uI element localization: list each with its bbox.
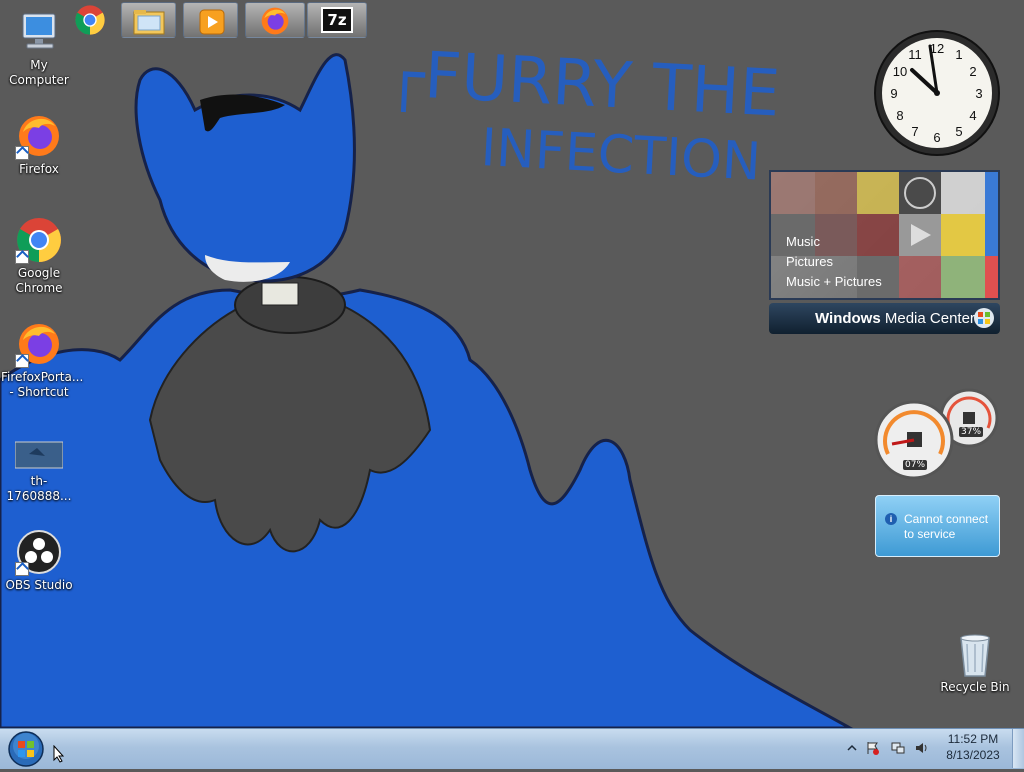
desktop-icon-label: My Computer [9,58,69,87]
show-desktop-button[interactable] [1012,729,1024,768]
media-item-music-pictures[interactable]: Music + Pictures [786,274,882,289]
media-center-gadget[interactable]: Music Pictures Music + Pictures [769,170,1000,300]
firefox-portable-icon [15,320,63,368]
clock-time: 11:52 PM [947,732,999,746]
media-item-music[interactable]: Music [786,234,820,249]
taskbar-clock[interactable]: 11:52 PM 8/13/2023 [936,731,1010,763]
action-center-flag-icon[interactable] [866,740,880,755]
media-item-pictures[interactable]: Pictures [786,254,833,269]
media-center-banner[interactable]: Windows Media Center [769,303,1000,334]
desktop-icon-my-computer[interactable]: My Computer [1,8,77,88]
taskbar-explorer-button[interactable] [121,2,176,38]
firefox-icon [15,112,63,160]
svg-text:8: 8 [896,108,903,123]
svg-text:9: 9 [890,86,897,101]
shortcut-arrow-icon [15,354,29,368]
svg-text:10: 10 [893,64,907,79]
svg-text:11: 11 [908,47,922,62]
desktop-wallpaper: ┌FURRY THE INFECTION [0,0,1024,728]
computer-icon [15,8,63,56]
show-hidden-icons-arrow[interactable] [845,740,859,754]
chrome-icon [74,4,106,40]
recycle-bin-icon [951,630,999,678]
weather-message-line1: Cannot connect [904,512,989,526]
7zip-icon: 7z [321,7,353,33]
info-icon: i [885,513,897,525]
weather-message-line2: to service [904,527,956,541]
shortcut-arrow-icon [15,250,29,264]
memory-percent: 37% [959,427,984,437]
clock-gadget[interactable]: 12 1 2 345 678 9 10 11 [872,28,1002,158]
svg-text:6: 6 [933,130,940,145]
clock-date: 8/13/2023 [946,748,1000,762]
shortcut-arrow-icon [15,562,29,576]
weather-gadget[interactable]: i Cannot connect to service [875,495,1000,557]
taskbar-media-player-button[interactable] [183,2,238,38]
desktop-icon-label: Firefox [19,162,59,176]
desktop-icon-label: OBS Studio [5,578,73,592]
media-player-icon [199,9,225,39]
desktop-icon-firefox-portable[interactable]: FirefoxPorta... - Shortcut [1,320,84,400]
svg-text:7: 7 [911,124,918,139]
image-thumbnail-icon [14,424,64,472]
start-orb-icon[interactable] [6,730,46,768]
cpu-percent: 07% [903,460,928,470]
desktop-icon-google-chrome[interactable]: Google Chrome [1,216,77,296]
taskbar-chrome-button[interactable] [68,2,112,38]
media-center-brand: Windows Media Center [815,310,975,327]
shortcut-arrow-icon [15,146,29,160]
desktop-icon-label: th-1760888... [6,474,72,503]
cpu-meter-gadget[interactable]: 07% 37% [874,386,1000,482]
desktop-icon-image-file[interactable]: th-1760888... [1,424,77,504]
svg-text:1: 1 [955,47,962,62]
taskbar-7zip-button[interactable]: 7z [307,2,367,38]
desktop-icon-label: Recycle Bin [940,680,1010,694]
mouse-cursor-icon [53,744,65,763]
volume-icon[interactable] [915,740,929,754]
desktop-icon-recycle-bin[interactable]: Recycle Bin [937,630,1013,695]
desktop-icon-label: FirefoxPorta... - Shortcut [1,370,84,399]
windows-logo-icon [974,308,994,328]
svg-text:5: 5 [955,124,962,139]
taskbar-firefox-button[interactable] [245,2,305,38]
network-icon[interactable] [891,740,905,754]
desktop-icon-obs-studio[interactable]: OBS Studio [1,528,77,593]
obs-icon [15,528,63,576]
explorer-icon [133,7,165,39]
desktop-icon-label: Google Chrome [15,266,63,295]
svg-text:2: 2 [969,64,976,79]
svg-text:4: 4 [969,108,976,123]
desktop-icon-firefox[interactable]: Firefox [1,112,77,177]
firefox-icon [259,5,291,41]
svg-text:3: 3 [975,86,982,101]
chrome-icon [15,216,63,264]
